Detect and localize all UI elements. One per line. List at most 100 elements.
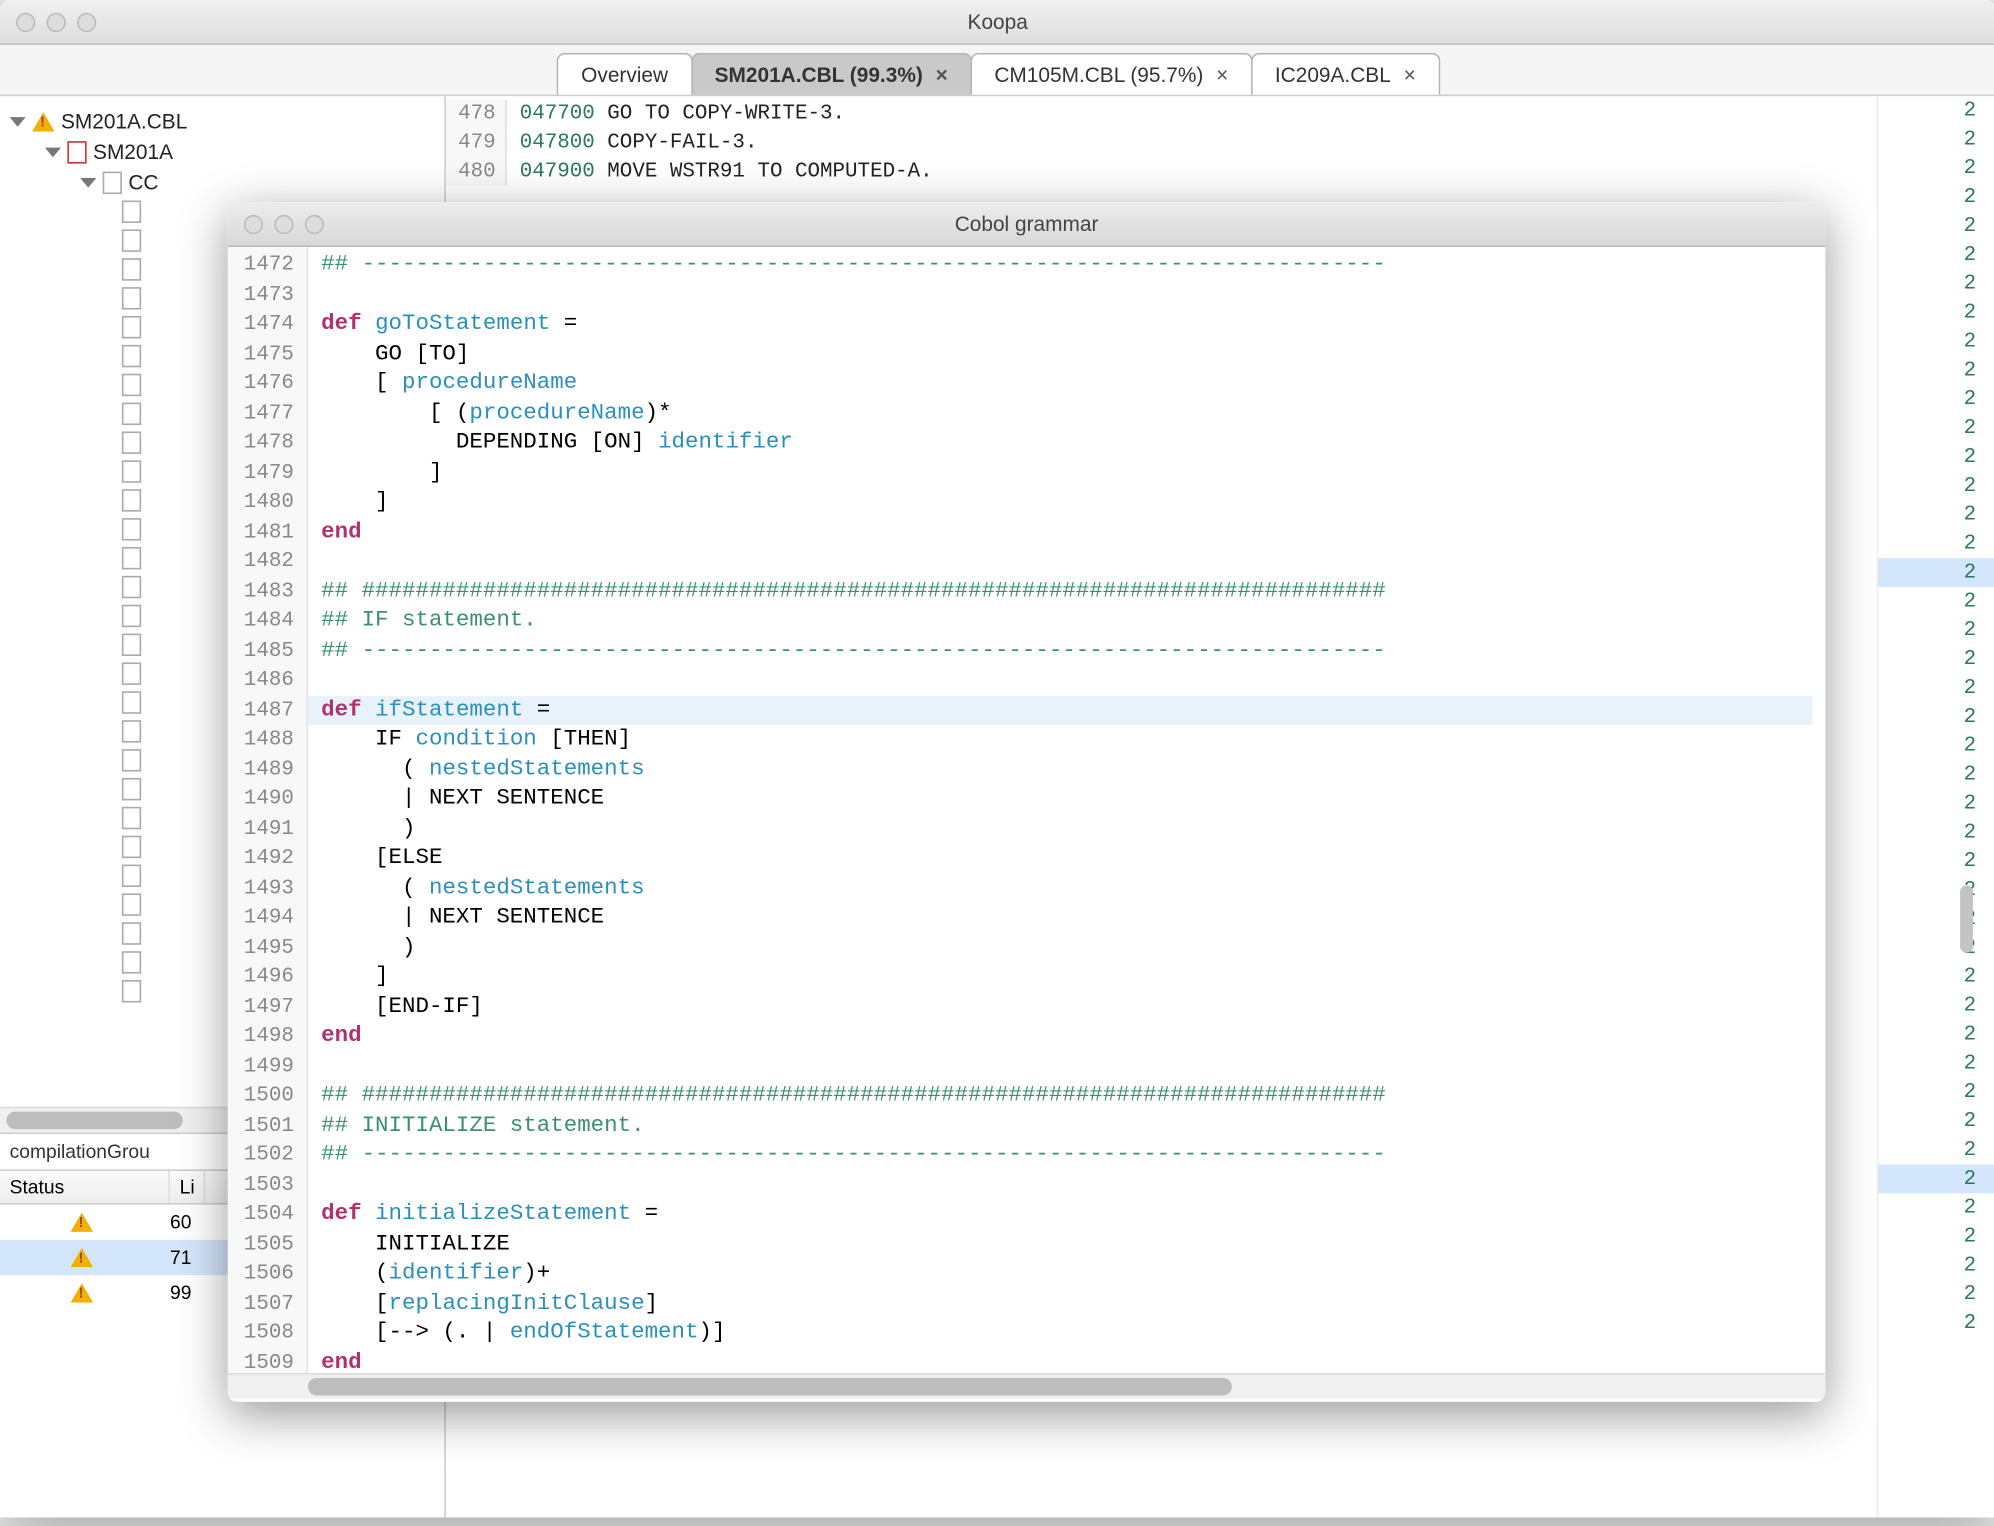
zoom-icon[interactable] bbox=[77, 12, 96, 31]
col-li[interactable]: Li bbox=[170, 1171, 206, 1203]
line-number: 1477 bbox=[228, 399, 307, 429]
code-line[interactable]: end bbox=[321, 517, 1825, 547]
line-number: 1490 bbox=[228, 784, 307, 814]
col-status[interactable]: Status bbox=[0, 1171, 170, 1203]
segment-icon bbox=[122, 893, 141, 915]
code-line[interactable]: GO [TO] bbox=[321, 339, 1825, 369]
line-number: 1481 bbox=[228, 517, 307, 547]
segment-icon bbox=[122, 460, 141, 482]
li-cell: 60 bbox=[170, 1211, 191, 1233]
scrollbar-thumb[interactable] bbox=[1960, 885, 1973, 952]
tab-cm105m[interactable]: CM105M.CBL (95.7%) × bbox=[970, 53, 1252, 95]
code-line[interactable]: | NEXT SENTENCE bbox=[321, 784, 1825, 814]
chevron-down-icon[interactable] bbox=[80, 177, 96, 187]
code-line[interactable]: ] bbox=[321, 488, 1825, 518]
float-hscrollbar[interactable] bbox=[228, 1373, 1826, 1399]
code-line[interactable]: [ELSE bbox=[321, 844, 1825, 874]
code-line[interactable]: ( nestedStatements bbox=[321, 755, 1825, 785]
line-number: 1478 bbox=[228, 428, 307, 458]
code-line[interactable]: DEPENDING [ON] identifier bbox=[321, 428, 1825, 458]
code-line[interactable]: [END-IF] bbox=[321, 992, 1825, 1022]
tree-row-file[interactable]: SM201A.CBL bbox=[0, 106, 444, 136]
code-line[interactable]: end bbox=[321, 1348, 1825, 1373]
code-line[interactable]: ## #####################################… bbox=[321, 577, 1825, 607]
tab-sm201a[interactable]: SM201A.CBL (99.3%) × bbox=[691, 53, 972, 95]
code-line[interactable]: ## #####################################… bbox=[321, 1081, 1825, 1111]
code-line[interactable]: ) bbox=[321, 933, 1825, 963]
code-line[interactable] bbox=[321, 666, 1825, 696]
code-line[interactable] bbox=[321, 547, 1825, 577]
main-vscrollbar[interactable] bbox=[1960, 115, 1979, 1498]
grammar-editor[interactable]: 1472147314741475147614771478147914801481… bbox=[228, 247, 1826, 1373]
code-line[interactable]: [--> (. | endOfStatement)] bbox=[321, 1318, 1825, 1348]
document-icon bbox=[67, 140, 86, 162]
line-number: 1505 bbox=[228, 1229, 307, 1259]
code-line[interactable]: def initializeStatement = bbox=[321, 1200, 1825, 1230]
minimize-icon[interactable] bbox=[47, 12, 66, 31]
code-line[interactable]: INITIALIZE bbox=[321, 1229, 1825, 1259]
titlebar: Koopa bbox=[0, 0, 1994, 45]
segment-icon bbox=[122, 547, 141, 569]
code-line[interactable]: ## INITIALIZE statement. bbox=[321, 1111, 1825, 1141]
traffic-lights bbox=[0, 12, 96, 31]
code-line[interactable]: def goToStatement = bbox=[321, 310, 1825, 340]
segment-icon bbox=[122, 316, 141, 338]
code-line[interactable]: ] bbox=[321, 458, 1825, 488]
tab-label: CM105M.CBL (95.7%) bbox=[994, 63, 1203, 87]
zoom-icon[interactable] bbox=[305, 214, 324, 233]
code-line[interactable]: ] bbox=[321, 962, 1825, 992]
line-number: 1501 bbox=[228, 1111, 307, 1141]
tab-overview[interactable]: Overview bbox=[557, 53, 692, 95]
close-icon[interactable] bbox=[16, 12, 35, 31]
code-line[interactable]: (identifier)+ bbox=[321, 1259, 1825, 1289]
close-icon[interactable]: × bbox=[1404, 63, 1416, 87]
code-line[interactable] bbox=[321, 1170, 1825, 1200]
code-line[interactable]: [replacingInitClause] bbox=[321, 1289, 1825, 1319]
close-icon[interactable] bbox=[244, 214, 263, 233]
code-line[interactable] bbox=[321, 280, 1825, 310]
chevron-down-icon[interactable] bbox=[10, 116, 26, 126]
code-line[interactable]: 478047700 GO TO COPY-WRITE-3.SM2014.2 bbox=[446, 99, 1994, 128]
code-line[interactable]: end bbox=[321, 1022, 1825, 1052]
code-line[interactable]: ## -------------------------------------… bbox=[321, 250, 1825, 280]
close-icon[interactable]: × bbox=[1216, 63, 1228, 87]
scrollbar-thumb[interactable] bbox=[6, 1112, 182, 1130]
segment-icon bbox=[122, 287, 141, 309]
segment-icon bbox=[122, 489, 141, 511]
code-line[interactable]: 480047900 MOVE WSTR91 TO COMPUTED-A.SM20… bbox=[446, 157, 1994, 186]
code-line[interactable]: [ (procedureName)* bbox=[321, 399, 1825, 429]
code-line[interactable]: | NEXT SENTENCE bbox=[321, 903, 1825, 933]
line-number: 478 bbox=[446, 99, 507, 128]
line-number: 1507 bbox=[228, 1289, 307, 1319]
line-number: 1502 bbox=[228, 1140, 307, 1170]
line-number: 1504 bbox=[228, 1200, 307, 1230]
main-window: Koopa Overview SM201A.CBL (99.3%) × CM10… bbox=[0, 0, 1994, 1517]
warning-icon bbox=[71, 1283, 93, 1302]
line-number: 1479 bbox=[228, 458, 307, 488]
code-line[interactable]: ## -------------------------------------… bbox=[321, 1140, 1825, 1170]
scrollbar-thumb[interactable] bbox=[308, 1378, 1232, 1396]
line-number: 480 bbox=[446, 157, 507, 186]
chevron-down-icon[interactable] bbox=[45, 147, 61, 157]
line-number: 1482 bbox=[228, 547, 307, 577]
minimize-icon[interactable] bbox=[274, 214, 293, 233]
code-line[interactable]: def ifStatement = bbox=[308, 695, 1812, 725]
code-line[interactable]: [ procedureName bbox=[321, 369, 1825, 399]
code-line[interactable] bbox=[321, 1051, 1825, 1081]
segment-icon bbox=[122, 229, 141, 251]
code-line[interactable]: IF condition [THEN] bbox=[321, 725, 1825, 755]
code-line[interactable]: ## -------------------------------------… bbox=[321, 636, 1825, 666]
segment-icon bbox=[122, 836, 141, 858]
code-line[interactable]: 479047800 COPY-FAIL-3.SM2014.2 bbox=[446, 128, 1994, 157]
segment-icon bbox=[122, 345, 141, 367]
tab-ic209a[interactable]: IC209A.CBL × bbox=[1251, 53, 1440, 95]
tree-row-program[interactable]: SM201A bbox=[0, 136, 444, 166]
code-line[interactable]: ( nestedStatements bbox=[321, 873, 1825, 903]
tree-row-section[interactable]: CC bbox=[0, 167, 444, 197]
line-number: 1500 bbox=[228, 1081, 307, 1111]
line-number: 1495 bbox=[228, 933, 307, 963]
close-icon[interactable]: × bbox=[936, 63, 948, 87]
line-number: 1499 bbox=[228, 1051, 307, 1081]
code-line[interactable]: ## IF statement. bbox=[321, 606, 1825, 636]
code-line[interactable]: ) bbox=[321, 814, 1825, 844]
